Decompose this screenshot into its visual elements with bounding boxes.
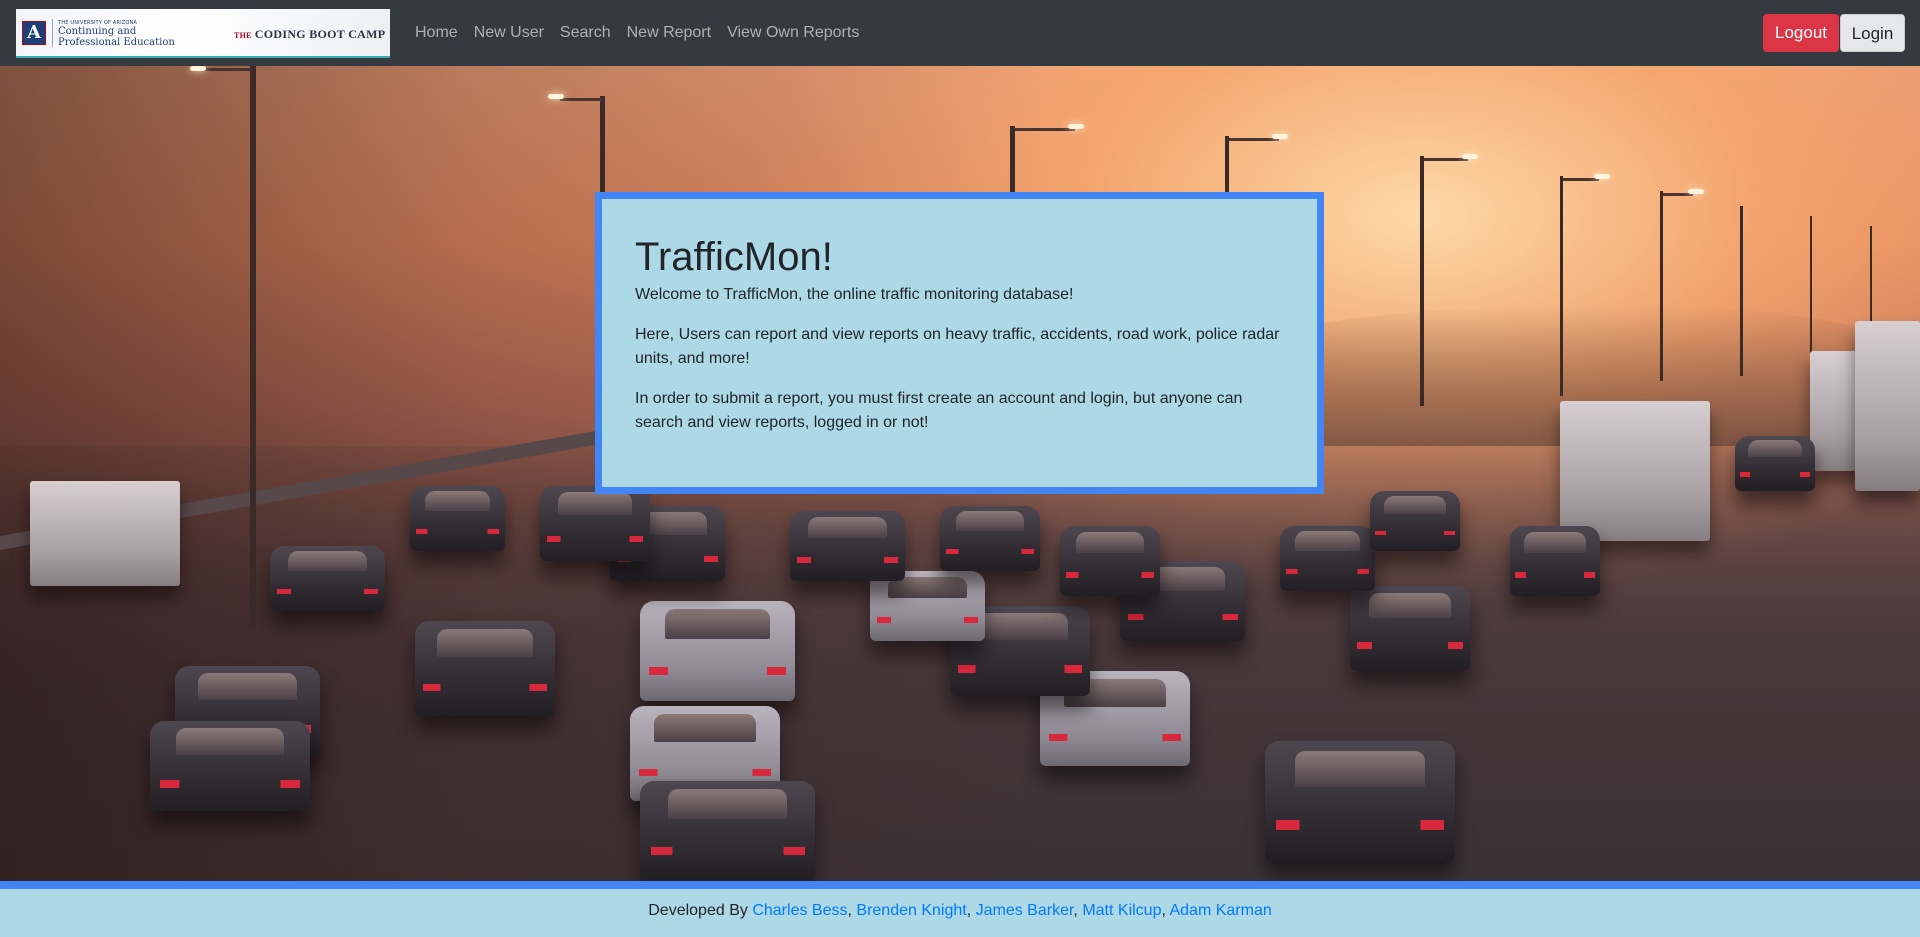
car xyxy=(1265,741,1455,861)
brand-logo[interactable]: A THE UNIVERSITY OF ARIZONA Continuing a… xyxy=(16,9,390,58)
car xyxy=(870,571,985,641)
truck xyxy=(1560,401,1710,541)
street-lamp xyxy=(1420,156,1424,406)
car xyxy=(1735,436,1815,491)
login-button[interactable]: Login xyxy=(1840,14,1905,52)
lamp-light xyxy=(548,94,564,99)
car xyxy=(940,506,1040,571)
street-lamp xyxy=(250,66,256,626)
car xyxy=(410,486,505,551)
lamp-arm xyxy=(1229,138,1279,141)
street-lamp xyxy=(1660,191,1663,381)
car xyxy=(1370,491,1460,551)
car xyxy=(1060,526,1160,596)
nav-link-search[interactable]: Search xyxy=(552,24,619,42)
lamp-arm xyxy=(1424,158,1468,161)
car xyxy=(270,546,385,611)
nav-link-home[interactable]: Home xyxy=(407,24,466,42)
lamp-light xyxy=(1068,124,1084,129)
nav-link-new-user[interactable]: New User xyxy=(466,24,552,42)
footer-separator: , xyxy=(1161,902,1166,919)
nav-link-view-own-reports[interactable]: View Own Reports xyxy=(719,24,867,42)
lamp-arm xyxy=(1563,178,1599,181)
street-lamp xyxy=(1560,176,1563,396)
car xyxy=(1280,526,1375,591)
logo-bootcamp-name: CODING BOOT CAMP xyxy=(254,27,386,41)
university-logo-icon: A xyxy=(22,21,46,45)
logo-line-1: Continuing and xyxy=(58,26,137,37)
street-lamp xyxy=(1810,216,1812,366)
lamp-light xyxy=(1272,134,1288,139)
logout-button[interactable]: Logout xyxy=(1763,14,1839,52)
footer-separator: , xyxy=(847,902,852,919)
lamp-light xyxy=(1462,154,1478,159)
navbar: A THE UNIVERSITY OF ARIZONA Continuing a… xyxy=(0,0,1920,66)
nav-link-new-report[interactable]: New Report xyxy=(619,24,719,42)
developer-link-brenden-knight[interactable]: Brenden Knight xyxy=(856,902,966,919)
footer-separator: , xyxy=(1073,902,1078,919)
lamp-arm xyxy=(560,98,602,101)
developer-link-james-barker[interactable]: James Barker xyxy=(976,902,1074,919)
car xyxy=(790,511,905,581)
logo-line-2: Professional Education xyxy=(58,37,175,48)
street-lamp xyxy=(1740,206,1743,376)
car xyxy=(640,781,815,881)
car xyxy=(150,721,310,811)
lamp-light xyxy=(1594,174,1610,179)
truck xyxy=(30,481,180,586)
lamp-light xyxy=(1688,189,1704,194)
page-title: TrafficMon! xyxy=(635,235,833,279)
lamp-light xyxy=(190,66,206,71)
lamp-arm xyxy=(200,68,252,71)
car xyxy=(640,601,795,701)
nav-links: Home New User Search New Report View Own… xyxy=(407,0,867,66)
welcome-intro-text: Welcome to TrafficMon, the online traffi… xyxy=(635,286,1074,303)
developer-link-adam-karman[interactable]: Adam Karman xyxy=(1169,902,1271,919)
developer-link-charles-bess[interactable]: Charles Bess xyxy=(752,902,847,919)
car xyxy=(1510,526,1600,596)
logo-bootcamp-the: THE xyxy=(234,31,252,40)
welcome-paragraph-accounts: In order to submit a report, you must fi… xyxy=(635,390,1243,431)
car xyxy=(540,486,650,561)
welcome-paragraph-reports: Here, Users can report and view reports … xyxy=(635,326,1280,367)
footer-separator: , xyxy=(966,902,972,919)
lamp-arm xyxy=(1015,128,1075,131)
logo-bootcamp: THE CODING BOOT CAMP xyxy=(234,27,385,42)
welcome-card: TrafficMon! Welcome to TrafficMon, the o… xyxy=(595,192,1324,494)
truck xyxy=(1855,321,1920,491)
footer-developed-by-label: Developed By xyxy=(648,902,748,919)
logo-divider xyxy=(52,19,53,47)
footer: Developed By Charles Bess, Brenden Knigh… xyxy=(0,881,1920,937)
car xyxy=(1350,586,1470,671)
car xyxy=(415,621,555,716)
developer-link-matt-kilcup[interactable]: Matt Kilcup xyxy=(1082,902,1161,919)
